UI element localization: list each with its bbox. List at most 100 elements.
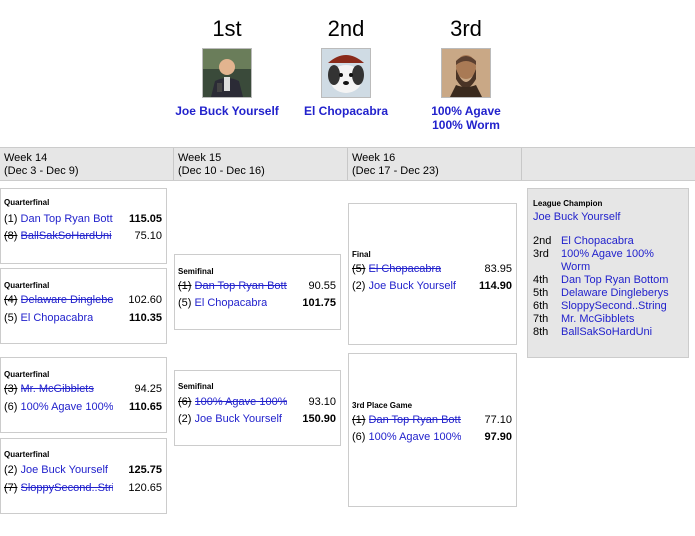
- dog-avatar-icon[interactable]: [321, 48, 371, 98]
- team-name-link[interactable]: El Chopacabra: [369, 262, 442, 276]
- team-row: (7) SloppySecond..String 120.65: [4, 481, 162, 495]
- week-label: Week 16: [352, 152, 396, 164]
- team-seed: (1): [178, 280, 192, 292]
- team-score: 102.60: [128, 294, 162, 306]
- standing-place: 5th: [533, 287, 549, 299]
- match-box: Semifinal (6) 100% Agave 100% Worm 93.10…: [174, 370, 341, 446]
- standing-place: 2nd: [533, 235, 552, 247]
- team-name-link[interactable]: El Chopacabra: [195, 296, 268, 310]
- week-dates: (Dec 3 - Dec 9): [4, 165, 79, 177]
- team-row: (2) Joe Buck Yourself 125.75: [4, 463, 162, 477]
- team-seed: (6): [352, 431, 366, 443]
- round-label: Semifinal: [178, 382, 214, 391]
- standing-place: 3rd: [533, 248, 549, 260]
- standing-row: 8th BallSakSoHardUni: [533, 326, 683, 339]
- team-seed: (1): [352, 414, 366, 426]
- team-name-link[interactable]: Dan Top Ryan Bottom: [21, 212, 113, 226]
- team-name-link[interactable]: Joe Buck Yourself: [195, 412, 282, 426]
- team-seed: (4): [4, 294, 18, 306]
- round-label: Final: [352, 250, 371, 259]
- team-row: (6) 100% Agave 100% Worm 110.65: [4, 400, 162, 414]
- team-name-link[interactable]: Joe Buck Yourself: [21, 463, 108, 477]
- standing-name-link[interactable]: Delaware Dingleberys: [561, 287, 681, 300]
- team-seed: (1): [4, 213, 18, 225]
- match-box: 3rd Place Game (1) Dan Top Ryan Bottom 7…: [348, 353, 517, 507]
- match-box: Quarterfinal (2) Joe Buck Yourself 125.7…: [0, 438, 167, 514]
- team-row: (4) Delaware Dingleberys 102.60: [4, 293, 162, 307]
- team-score: 75.10: [134, 230, 162, 242]
- round-label: 3rd Place Game: [352, 401, 413, 410]
- round-label: Quarterfinal: [4, 370, 50, 379]
- week-label: Week 14: [4, 152, 48, 164]
- standing-name-link[interactable]: Mr. McGibblets: [561, 313, 681, 326]
- team-score: 77.10: [484, 414, 512, 426]
- team-score: 115.05: [128, 213, 162, 225]
- standing-row: 2nd El Chopacabra: [533, 235, 683, 248]
- team-seed: (2): [4, 464, 18, 476]
- team-seed: (8): [4, 230, 18, 242]
- team-name-link[interactable]: Mr. McGibblets: [21, 382, 94, 396]
- team-row: (1) Dan Top Ryan Bottom 90.55: [178, 279, 336, 293]
- team-score: 97.90: [484, 431, 512, 443]
- team-name-link[interactable]: 100% Agave 100% Worm: [21, 400, 113, 414]
- standing-name-link[interactable]: Dan Top Ryan Bottom: [561, 274, 681, 287]
- team-name-link[interactable]: Dan Top Ryan Bottom: [195, 279, 287, 293]
- match-box: Semifinal (1) Dan Top Ryan Bottom 90.55 …: [174, 254, 341, 330]
- team-score: 125.75: [128, 464, 162, 476]
- standing-name-link[interactable]: BallSakSoHardUni: [561, 326, 681, 339]
- photo-avatar-icon[interactable]: [202, 48, 252, 98]
- team-name-link[interactable]: SloppySecond..String: [21, 481, 113, 495]
- team-seed: (7): [4, 482, 18, 494]
- portrait-avatar-icon[interactable]: [441, 48, 491, 98]
- team-score: 110.65: [128, 401, 162, 413]
- standing-name-link[interactable]: SloppySecond..String: [561, 300, 681, 313]
- team-row: (2) Joe Buck Yourself 150.90: [178, 412, 336, 426]
- team-score: 150.90: [302, 413, 336, 425]
- champion-name-link[interactable]: Joe Buck Yourself: [533, 211, 620, 223]
- week-header: Week 14 (Dec 3 - Dec 9): [0, 148, 174, 180]
- standing-row: 3rd 100% Agave 100% Worm: [533, 248, 683, 274]
- team-row: (5) El Chopacabra 101.75: [178, 296, 336, 310]
- standing-row: 4th Dan Top Ryan Bottom: [533, 274, 683, 287]
- team-row: (5) El Chopacabra 83.95: [352, 262, 512, 276]
- team-row: (2) Joe Buck Yourself 114.90: [352, 279, 512, 293]
- team-score: 120.65: [128, 482, 162, 494]
- team-score: 93.10: [308, 396, 336, 408]
- team-name-link[interactable]: Delaware Dingleberys: [21, 293, 113, 307]
- week-header-empty: [522, 148, 695, 180]
- week-header: Week 15 (Dec 10 - Dec 16): [174, 148, 348, 180]
- team-seed: (6): [4, 401, 18, 413]
- team-row: (6) 100% Agave 100% Worm 97.90: [352, 430, 512, 444]
- team-seed: (3): [4, 383, 18, 395]
- week-dates: (Dec 10 - Dec 16): [178, 165, 265, 177]
- standing-name-link[interactable]: 100% Agave 100% Worm: [561, 248, 657, 274]
- standing-place: 7th: [533, 313, 549, 325]
- team-score: 114.90: [478, 280, 512, 292]
- team-row: (1) Dan Top Ryan Bottom 115.05: [4, 212, 162, 226]
- standing-place: 6th: [533, 300, 549, 312]
- team-row: (5) El Chopacabra 110.35: [4, 311, 162, 325]
- team-seed: (2): [178, 413, 192, 425]
- team-row: (3) Mr. McGibblets 94.25: [4, 382, 162, 396]
- team-name-link[interactable]: BallSakSoHardUni: [21, 229, 112, 243]
- standing-name-link[interactable]: El Chopacabra: [561, 235, 681, 248]
- team-seed: (6): [178, 396, 192, 408]
- team-name-link[interactable]: Dan Top Ryan Bottom: [369, 413, 461, 427]
- team-seed: (5): [4, 312, 18, 324]
- team-seed: (5): [178, 297, 192, 309]
- match-box: Quarterfinal (4) Delaware Dingleberys 10…: [0, 268, 167, 344]
- team-name-link[interactable]: 100% Agave 100% Worm: [195, 395, 287, 409]
- round-label: Quarterfinal: [4, 198, 50, 207]
- team-score: 83.95: [484, 263, 512, 275]
- team-row: (1) Dan Top Ryan Bottom 77.10: [352, 413, 512, 427]
- team-row: (6) 100% Agave 100% Worm 93.10: [178, 395, 336, 409]
- round-label: Semifinal: [178, 267, 214, 276]
- team-name-link[interactable]: Joe Buck Yourself: [369, 279, 456, 293]
- team-seed: (5): [352, 263, 366, 275]
- match-box: Final (5) El Chopacabra 83.95 (2) Joe Bu…: [348, 203, 517, 345]
- podium-name[interactable]: 100% Agave 100% Worm: [421, 104, 511, 132]
- team-name-link[interactable]: 100% Agave 100% Worm: [369, 430, 461, 444]
- standing-row: 5th Delaware Dingleberys: [533, 287, 683, 300]
- team-name-link[interactable]: El Chopacabra: [21, 311, 94, 325]
- podium-third: 3rd 100% Agave 100% Worm: [391, 16, 541, 132]
